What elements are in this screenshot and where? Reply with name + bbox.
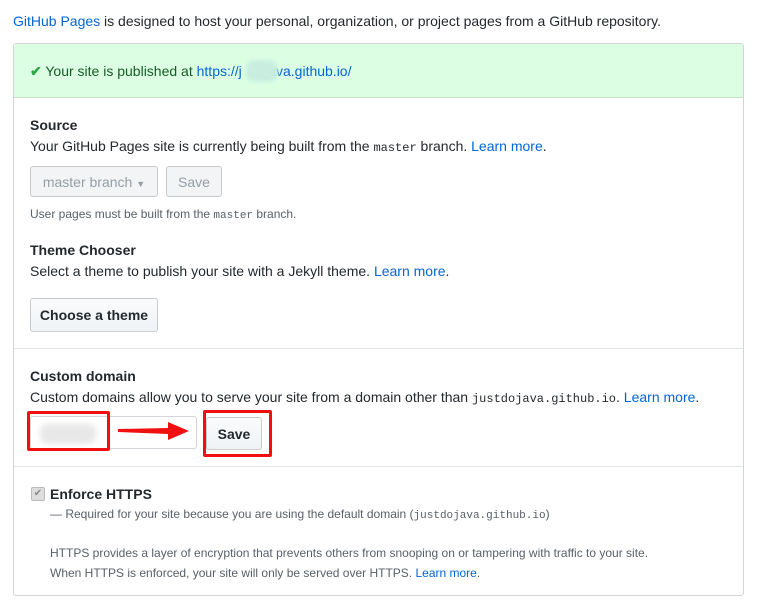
source-desc: Your GitHub Pages site is currently bein… bbox=[30, 138, 547, 155]
https-title: Enforce HTTPS bbox=[50, 486, 152, 502]
published-flash: ✔ Your site is published at https://j ja… bbox=[14, 44, 743, 98]
caret-down-icon: ▼ bbox=[136, 178, 146, 189]
theme-title: Theme Chooser bbox=[30, 242, 136, 258]
https-desc-1: HTTPS provides a layer of encryption tha… bbox=[50, 546, 649, 560]
source-learn-more[interactable]: Learn more bbox=[471, 138, 543, 154]
github-pages-link[interactable]: GitHub Pages bbox=[13, 13, 100, 29]
theme-desc: Select a theme to publish your site with… bbox=[30, 263, 450, 279]
https-required-note: — Required for your site because you are… bbox=[50, 507, 550, 522]
annotation-box-save bbox=[203, 410, 272, 457]
source-save-button[interactable]: Save bbox=[166, 166, 222, 197]
https-desc-2: When HTTPS is enforced, your site will o… bbox=[50, 566, 481, 580]
intro-text: GitHub Pages is designed to host your pe… bbox=[13, 13, 661, 29]
domain-title: Custom domain bbox=[30, 368, 136, 384]
source-note: User pages must be built from the master… bbox=[30, 207, 297, 222]
source-title: Source bbox=[30, 117, 78, 133]
theme-learn-more[interactable]: Learn more bbox=[374, 263, 446, 279]
branch-select[interactable]: master branch ▼ bbox=[30, 166, 158, 197]
annotation-box-input bbox=[27, 411, 110, 451]
choose-theme-button[interactable]: Choose a theme bbox=[30, 298, 158, 332]
domain-desc: Custom domains allow you to serve your s… bbox=[30, 389, 700, 406]
enforce-https-checkbox[interactable]: ✔ bbox=[31, 487, 45, 501]
annotation-arrow-icon bbox=[118, 422, 189, 440]
domain-learn-more[interactable]: Learn more bbox=[624, 389, 696, 405]
check-icon: ✔ bbox=[30, 63, 42, 79]
https-learn-more[interactable]: Learn more bbox=[415, 566, 476, 580]
redaction-blur bbox=[246, 60, 278, 82]
pages-settings-box: ✔ Your site is published at https://j ja… bbox=[13, 43, 744, 596]
divider bbox=[14, 466, 743, 467]
divider bbox=[14, 348, 743, 349]
